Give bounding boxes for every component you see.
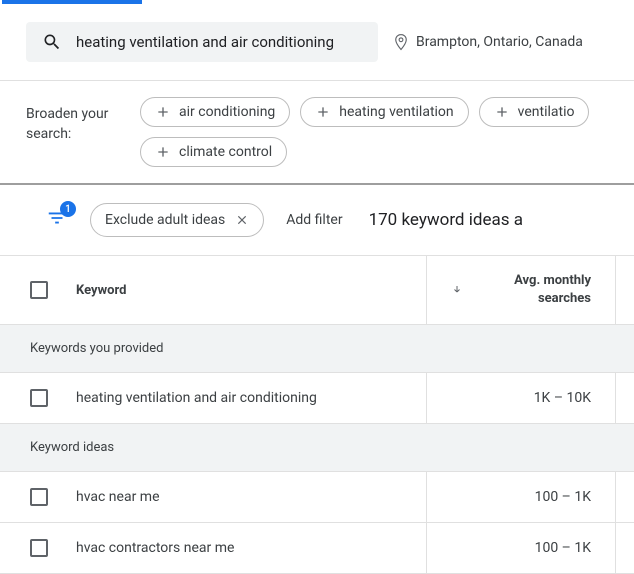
plus-icon: [315, 104, 331, 120]
plus-icon: [155, 104, 171, 120]
avg-searches-value: 100 – 1K: [426, 523, 616, 573]
chip-climate-control[interactable]: climate control: [140, 137, 287, 167]
table-header: Keyword Avg. monthly searches: [0, 255, 634, 325]
plus-icon: [494, 104, 510, 120]
chip-heating-ventilation[interactable]: heating ventilation: [300, 97, 468, 127]
search-row: heating ventilation and air conditioning…: [0, 4, 634, 81]
add-filter-button[interactable]: Add filter: [286, 212, 342, 228]
broaden-section: Broaden your search: air conditioning he…: [0, 81, 634, 185]
plus-icon: [155, 144, 171, 160]
select-all-checkbox[interactable]: [30, 281, 48, 299]
location-selector[interactable]: Brampton, Ontario, Canada: [392, 33, 583, 51]
filters-row: 1 Exclude adult ideas Add filter 170 key…: [0, 185, 634, 255]
broaden-label: Broaden your search:: [26, 97, 140, 167]
chip-ventilation[interactable]: ventilatio: [479, 97, 590, 127]
filter-button[interactable]: 1: [46, 207, 68, 233]
location-icon: [392, 33, 410, 51]
keyword-text: hvac contractors near me: [76, 540, 234, 556]
row-checkbox[interactable]: [30, 539, 48, 557]
ideas-count: 170 keyword ideas a: [369, 210, 523, 230]
keyword-text: heating ventilation and air conditioning: [76, 390, 317, 406]
table-row: heating ventilation and air conditioning…: [0, 373, 634, 424]
avg-searches-value: 100 – 1K: [426, 472, 616, 522]
row-checkbox[interactable]: [30, 389, 48, 407]
section-provided: Keywords you provided: [0, 325, 634, 373]
table-row: hvac contractors near me 100 – 1K: [0, 523, 634, 574]
avg-searches-value: 1K – 10K: [426, 373, 616, 423]
header-keyword[interactable]: Keyword: [0, 256, 426, 324]
close-icon[interactable]: [235, 213, 249, 227]
filter-exclude-adult[interactable]: Exclude adult ideas: [90, 203, 264, 237]
row-checkbox[interactable]: [30, 488, 48, 506]
keyword-text: hvac near me: [76, 489, 160, 505]
table-row: hvac near me 100 – 1K: [0, 472, 634, 523]
search-query: heating ventilation and air conditioning: [76, 33, 334, 51]
search-input[interactable]: heating ventilation and air conditioning: [26, 22, 378, 62]
arrow-down-icon: [451, 282, 463, 298]
location-text: Brampton, Ontario, Canada: [416, 34, 583, 50]
header-avg-searches[interactable]: Avg. monthly searches: [426, 256, 616, 324]
broaden-chips: air conditioning heating ventilation ven…: [140, 97, 634, 167]
section-ideas: Keyword ideas: [0, 424, 634, 472]
search-icon: [42, 32, 62, 52]
chip-air-conditioning[interactable]: air conditioning: [140, 97, 290, 127]
filter-badge: 1: [60, 201, 76, 217]
